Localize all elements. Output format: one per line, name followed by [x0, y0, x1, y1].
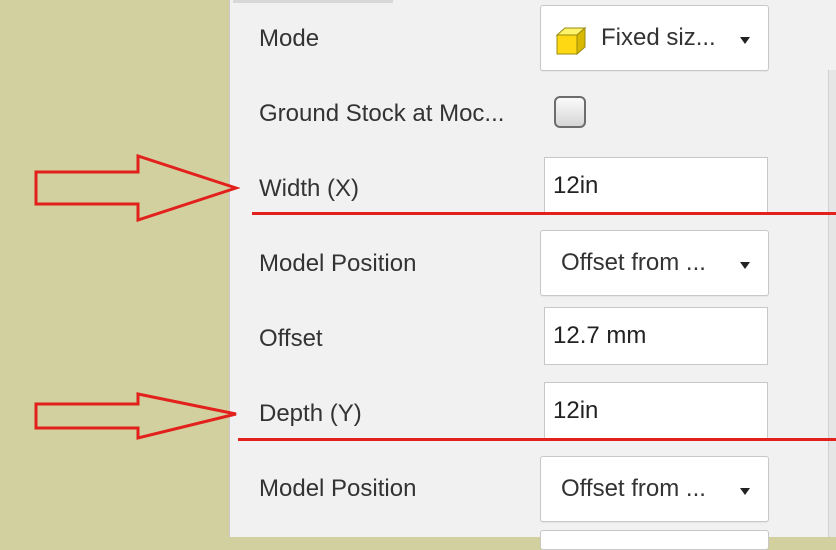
width-value: 12in: [553, 172, 599, 199]
width-label: Width (X): [259, 175, 360, 202]
mode-value: Fixed siz...: [601, 24, 716, 51]
model-position-label: Model Position: [259, 475, 417, 502]
chevron-down-icon: [740, 262, 750, 269]
model-position-x-dropdown[interactable]: Offset from ...: [540, 230, 769, 296]
mode-label: Mode: [259, 25, 320, 52]
model-position-y-dropdown[interactable]: Offset from ...: [540, 456, 769, 522]
model-position-label: Model Position: [259, 250, 417, 277]
next-row-dropdown[interactable]: [540, 530, 769, 550]
offset-input[interactable]: 12.7 mm: [544, 307, 768, 365]
panel-tab-edge: [233, 0, 393, 3]
annotation-arrow-icon: [34, 392, 237, 440]
chevron-down-icon: [740, 488, 750, 495]
width-input[interactable]: 12in: [544, 157, 768, 215]
annotation-underline-width: [252, 212, 836, 215]
depth-value: 12in: [553, 397, 599, 424]
model-position-y-value: Offset from ...: [561, 475, 706, 502]
panel-scrollbar[interactable]: [828, 70, 836, 537]
depth-label: Depth (Y): [259, 400, 362, 427]
chevron-down-icon: [740, 37, 750, 44]
annotation-arrow-icon: [34, 154, 240, 222]
annotation-underline-depth: [238, 438, 836, 441]
offset-value: 12.7 mm: [553, 322, 647, 349]
depth-input[interactable]: 12in: [544, 382, 768, 440]
ground-stock-label: Ground Stock at Moc...: [259, 100, 505, 127]
model-position-x-value: Offset from ...: [561, 249, 706, 276]
stock-cube-icon: [555, 26, 587, 55]
ground-stock-checkbox[interactable]: [554, 96, 586, 128]
mode-dropdown[interactable]: Fixed siz...: [540, 5, 769, 71]
offset-label: Offset: [259, 325, 323, 352]
